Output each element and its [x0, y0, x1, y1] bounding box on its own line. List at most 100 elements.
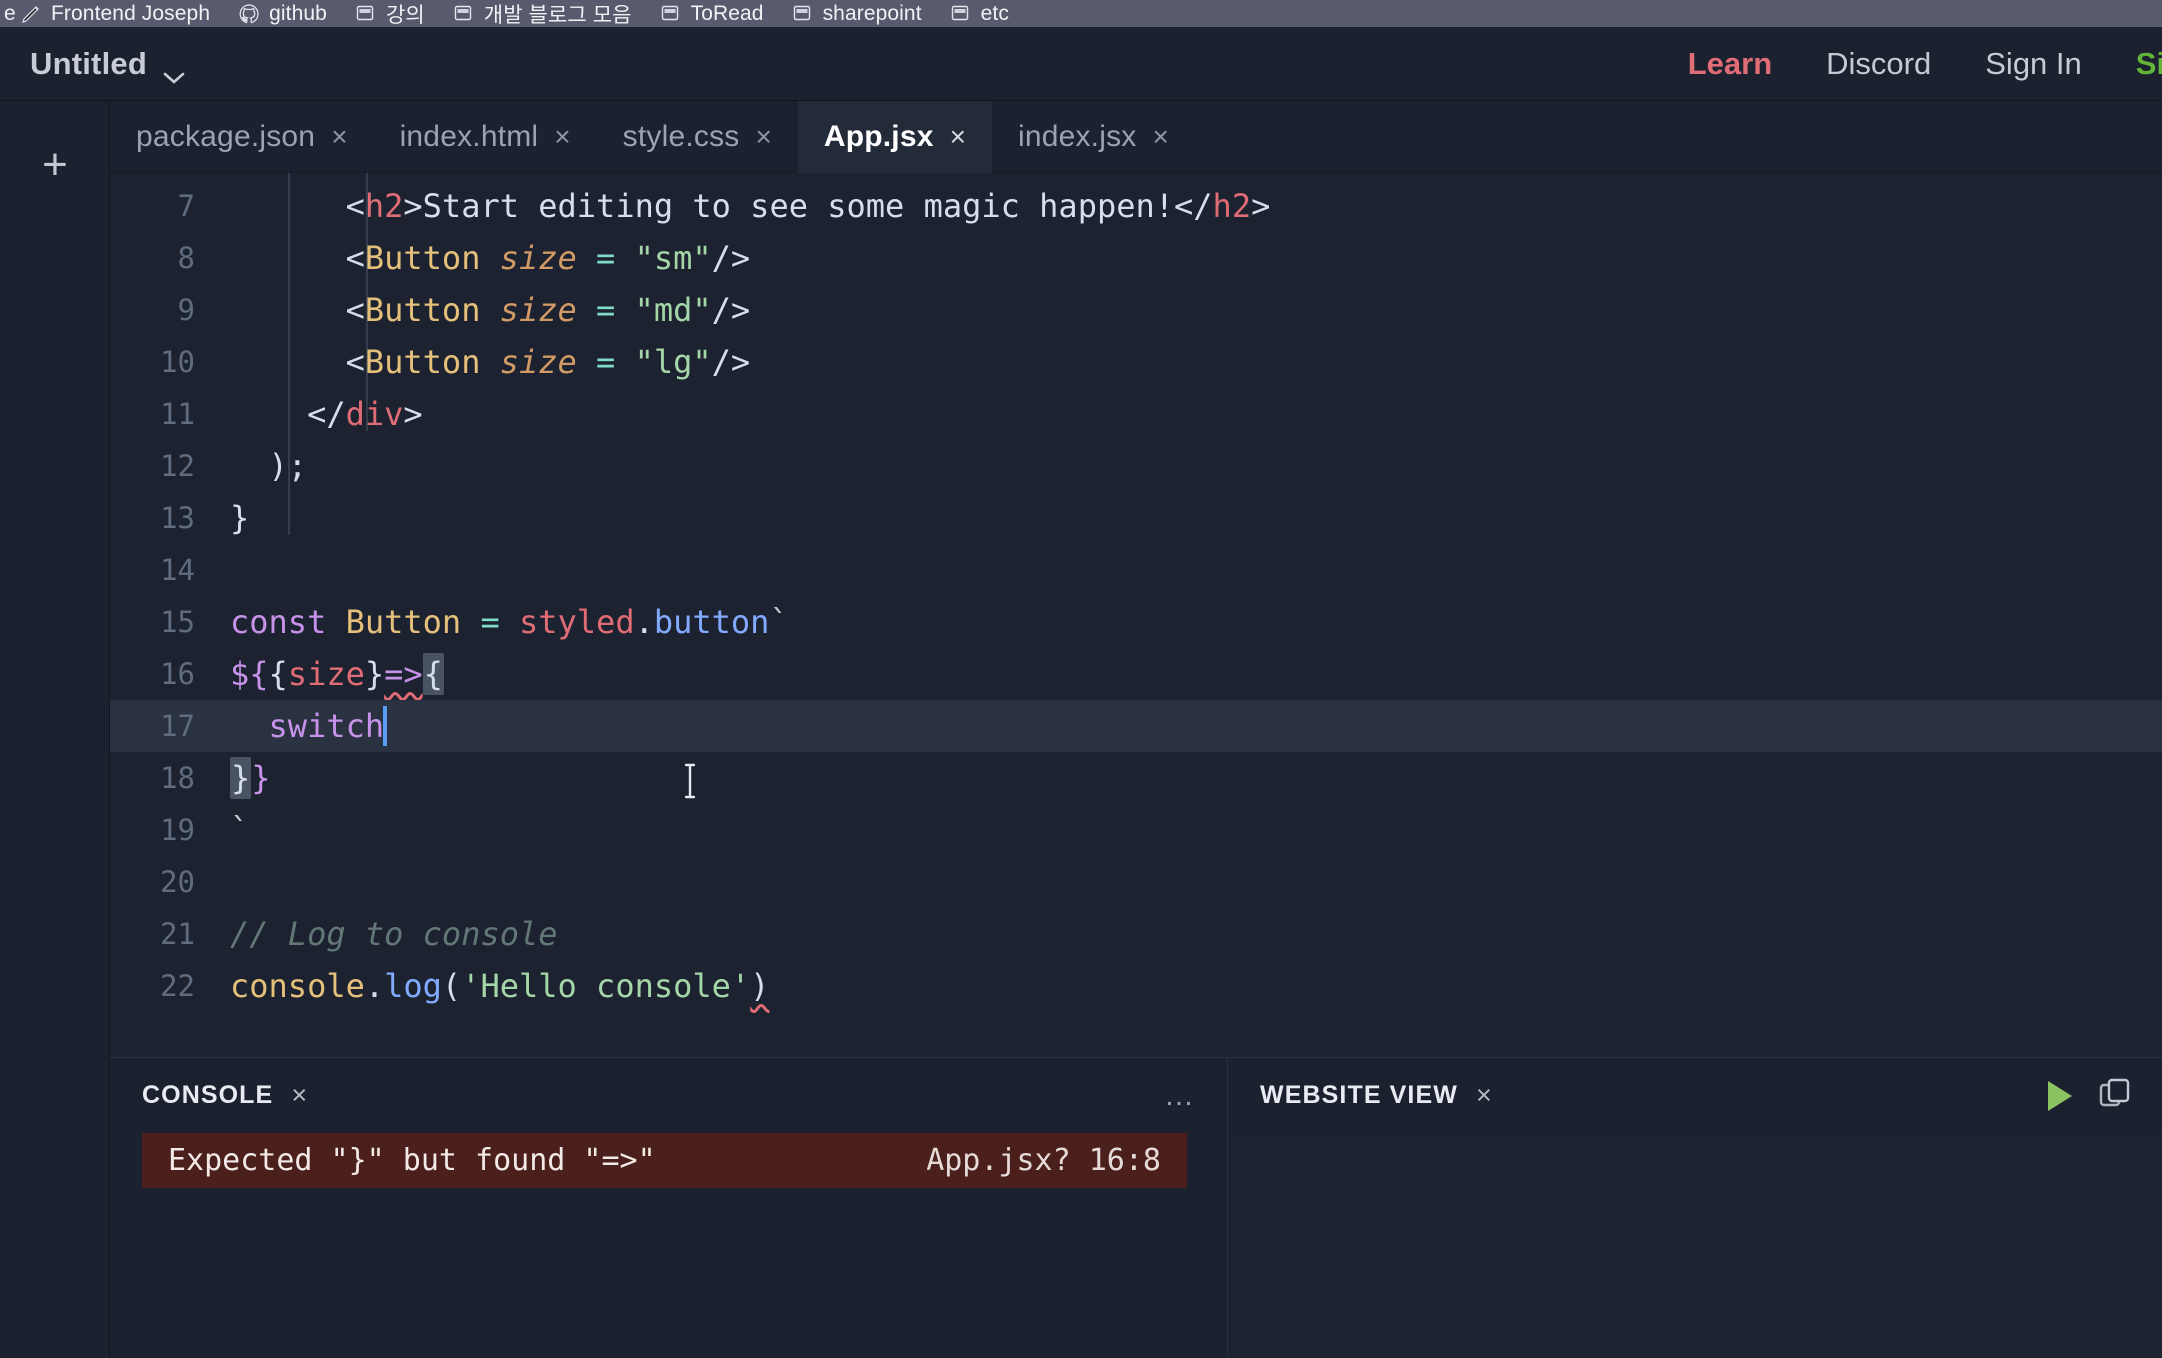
close-icon[interactable]: × [1476, 1080, 1492, 1111]
folder-icon [453, 3, 475, 25]
bookmark-label: 강의 [385, 3, 425, 27]
line-number: 17 [160, 709, 195, 743]
line-number: 7 [177, 189, 195, 223]
browser-bookmarks-bar: e Frontend Joseph github 강의 개발 블로그 모음 To… [0, 0, 2162, 27]
console-error-message: Expected "}" but found "=>" App.jsx? 16:… [142, 1133, 1187, 1188]
code-line: 15 const Button = styled.button` [110, 596, 2162, 648]
bookmark-toread[interactable]: ToRead [646, 0, 778, 27]
close-icon[interactable]: × [291, 1080, 307, 1111]
code-line: 11 </div> [110, 388, 2162, 440]
bookmark-sharepoint[interactable]: sharepoint [778, 0, 936, 27]
line-number: 12 [160, 449, 195, 483]
close-icon[interactable]: × [554, 121, 570, 153]
code-line: 22 console.log('Hello console') [110, 960, 2162, 1012]
line-code: <h2>Start editing to see some magic happ… [230, 187, 1271, 225]
code-line: 12 ); [110, 440, 2162, 492]
line-code: ${{size}=>{ [230, 653, 444, 695]
line-code: } [230, 499, 250, 537]
line-number: 15 [160, 605, 195, 639]
tab-index-jsx[interactable]: index.jsx × [992, 101, 1195, 173]
line-number: 20 [160, 865, 195, 899]
app-top-bar: Untitled Learn Discord Sign In Sig [0, 27, 2162, 101]
folder-icon [355, 3, 377, 25]
code-line: 21 // Log to console [110, 908, 2162, 960]
sandbox-title[interactable]: Untitled [30, 46, 185, 84]
close-icon[interactable]: × [331, 121, 347, 153]
line-number: 21 [160, 917, 195, 951]
code-content[interactable]: 7 <h2>Start editing to see some magic ha… [110, 173, 2162, 1012]
folder-icon [950, 3, 972, 25]
tab-style-css[interactable]: style.css × [597, 101, 798, 173]
nav-learn[interactable]: Learn [1661, 46, 1799, 82]
line-code: </div> [230, 395, 423, 433]
copy-icon[interactable] [2098, 1076, 2132, 1115]
code-line: 9 <Button size = "md"/> [110, 284, 2162, 336]
line-code: <Button size = "lg"/> [230, 343, 751, 381]
line-number: 8 [177, 241, 195, 275]
line-code: <Button size = "md"/> [230, 291, 751, 329]
line-code: switch [230, 700, 388, 752]
website-view-title: WEBSITE VIEW [1260, 1081, 1458, 1109]
website-view-header: WEBSITE VIEW × [1228, 1058, 2162, 1133]
chevron-down-icon [163, 57, 185, 84]
code-line: 10 <Button size = "lg"/> [110, 336, 2162, 388]
code-line: 20 [110, 856, 2162, 908]
mouse-pointer-icon [485, 710, 695, 799]
console-body[interactable]: Expected "}" but found "=>" App.jsx? 16:… [110, 1133, 1227, 1358]
more-options-icon[interactable]: … [1164, 1080, 1197, 1110]
website-view-panel: WEBSITE VIEW × [1228, 1058, 2162, 1358]
website-view-body[interactable] [1228, 1133, 2162, 1358]
editor-tab-strip: package.json × index.html × style.css × … [110, 100, 2162, 173]
bookmark-folder-1[interactable]: 강의 [341, 0, 439, 27]
left-rail: + + [0, 101, 2162, 1358]
console-panel: CONSOLE × … Expected "}" but found "=>" … [110, 1058, 1228, 1358]
add-file-button[interactable]: + [0, 135, 110, 195]
line-number: 13 [160, 501, 195, 535]
code-line: 14 [110, 544, 2162, 596]
line-number: 19 [160, 813, 195, 847]
nav-sign-up[interactable]: Sig [2109, 46, 2162, 82]
line-code: const Button = styled.button` [230, 603, 789, 641]
play-icon[interactable] [2048, 1080, 2072, 1111]
tab-label: index.jsx [1017, 119, 1137, 153]
bookmark-label: Frontend Joseph [51, 1, 211, 25]
error-text: Expected "}" but found "=>" [168, 1143, 656, 1178]
line-code: ); [230, 447, 308, 485]
bookmark-folder-2[interactable]: 개발 블로그 모음 [439, 0, 646, 27]
line-number: 10 [160, 345, 195, 379]
line-number: 22 [160, 969, 195, 1003]
line-number: 16 [160, 657, 195, 691]
folder-icon [792, 3, 814, 25]
bookmark-frontend-joseph[interactable]: Frontend Joseph [14, 0, 224, 27]
code-line: 16 ${{size}=>{ [110, 648, 2162, 700]
bookmark-label: github [269, 1, 327, 25]
line-number: 11 [160, 397, 195, 431]
close-icon[interactable]: × [950, 121, 966, 153]
top-navigation: Learn Discord Sign In Sig [1661, 46, 2162, 82]
console-empty-area [110, 1188, 1227, 1358]
error-location[interactable]: App.jsx? 16:8 [926, 1143, 1161, 1178]
tab-app-jsx[interactable]: App.jsx × [797, 100, 992, 173]
line-code: <Button size = "sm"/> [230, 239, 751, 277]
bookmark-label: etc [980, 1, 1009, 25]
bookmark-overflow-edge: e [4, 1, 16, 25]
tab-label: style.css [622, 119, 740, 153]
code-editor[interactable]: 7 <h2>Start editing to see some magic ha… [110, 173, 2162, 1057]
nav-discord[interactable]: Discord [1799, 46, 1958, 82]
tab-label: index.html [399, 119, 539, 153]
code-line: 19 ` [110, 804, 2162, 856]
codesandbox-app: e Frontend Joseph github 강의 개발 블로그 모음 To… [0, 0, 2162, 1358]
code-line: 18 }} [110, 752, 2162, 804]
close-icon[interactable]: × [1153, 121, 1169, 153]
bookmark-etc[interactable]: etc [936, 0, 1023, 27]
tab-label: App.jsx [823, 119, 934, 153]
code-line-active: 17 switch [110, 700, 2162, 799]
nav-sign-in[interactable]: Sign In [1958, 46, 2109, 82]
code-line: 8 <Button size = "sm"/> [110, 232, 2162, 284]
bookmark-github[interactable]: github [224, 0, 341, 27]
tab-package-json[interactable]: package.json × [110, 101, 374, 173]
line-code: console.log('Hello console') [230, 967, 770, 1005]
close-icon[interactable]: × [755, 121, 771, 153]
bookmark-label: 개발 블로그 모음 [483, 3, 632, 27]
tab-index-html[interactable]: index.html × [374, 101, 597, 173]
